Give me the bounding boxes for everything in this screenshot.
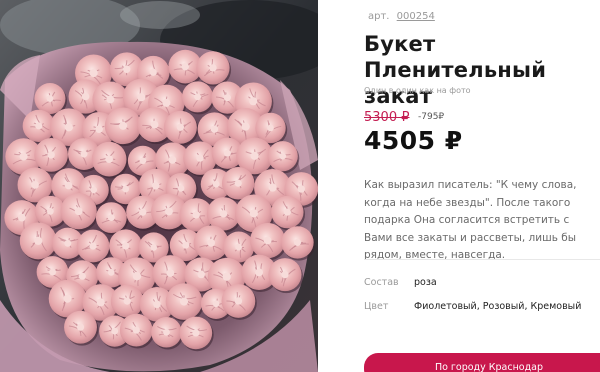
divider — [364, 259, 600, 260]
product-info: арт. 000254 Букет Пленительный закат Оди… — [363, 0, 600, 372]
product-description: Как выразил писатель: "К чему слова, ког… — [364, 179, 577, 261]
property-value: Фиолетовый, Розовый, Кремовый — [414, 301, 582, 312]
discount-badge: -795₽ — [418, 112, 445, 122]
property-label: Цвет — [364, 301, 389, 312]
current-price: 4505 ₽ — [364, 126, 463, 155]
old-price: 5300 ₽ — [364, 110, 410, 125]
product-title: Букет Пленительный закат — [364, 32, 547, 108]
sku-label: арт. — [368, 11, 390, 22]
sku: арт. 000254 — [368, 11, 435, 22]
product-photo[interactable] — [0, 0, 318, 372]
delivery-city-button[interactable]: По городу Краснодар — [364, 353, 600, 372]
property-composition: Состав роза — [364, 277, 600, 288]
property-label: Состав — [364, 277, 399, 288]
property-color: Цвет Фиолетовый, Розовый, Кремовый — [364, 301, 600, 312]
bouquet-image — [0, 0, 318, 372]
product-subtitle: Один в один как на фото — [364, 86, 471, 95]
product-page: арт. 000254 Букет Пленительный закат Оди… — [0, 0, 600, 372]
property-value: роза — [414, 277, 437, 288]
sku-value[interactable]: 000254 — [397, 11, 435, 22]
